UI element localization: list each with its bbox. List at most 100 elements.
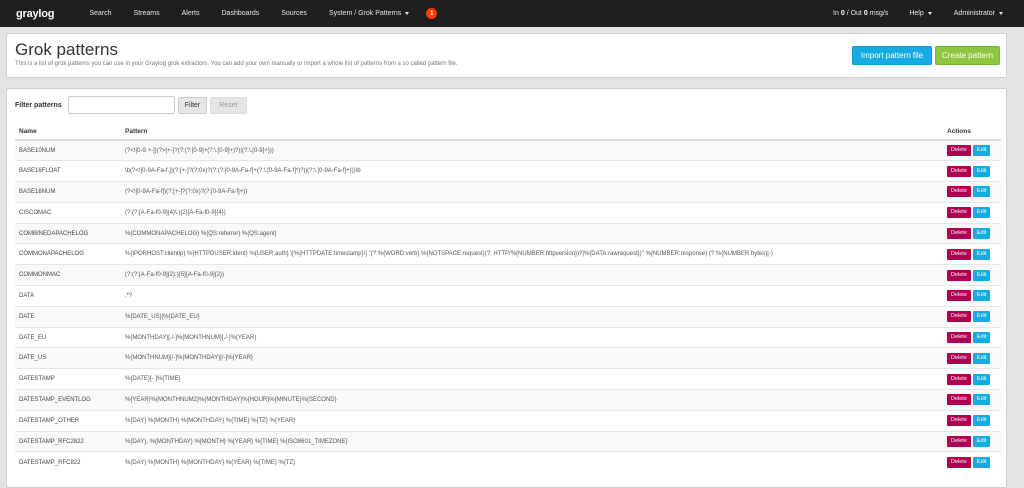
grok-patterns-table: Name Pattern Actions BASE10NUM (?<![0-9.+…	[15, 123, 1001, 473]
delete-button[interactable]: Delete	[947, 436, 971, 448]
filter-button[interactable]: Filter	[177, 96, 208, 114]
table-row: DATE_EU %{MONTHDAY}[./-]%{MONTHNUM}[./-]%…	[15, 326, 1001, 348]
graylog-logo[interactable]: graylog	[16, 8, 55, 20]
table-row: DATESTAMP_RFC2822 %{DAY}, %{MONTHDAY} %{M…	[15, 430, 1001, 452]
nav-streams[interactable]: Streams	[123, 0, 171, 27]
pattern-value: %{MONTHDAY}[./-]%{MONTHNUM}[./-]%{YEAR}	[121, 326, 943, 348]
edit-button[interactable]: Edit	[972, 248, 991, 260]
row-actions: Delete Edit	[943, 160, 1001, 182]
pattern-value: %{DAY}, %{MONTHDAY} %{MONTH} %{YEAR} %{T…	[121, 430, 943, 452]
row-actions: Delete Edit	[943, 326, 1001, 348]
edit-button[interactable]: Edit	[972, 269, 991, 281]
row-actions: Delete Edit	[943, 409, 1001, 432]
column-header-actions: Actions	[943, 123, 1001, 141]
edit-button[interactable]: Edit	[972, 332, 991, 344]
delete-button[interactable]: Delete	[947, 165, 971, 177]
pattern-name: COMMONAPACHELOG	[15, 243, 121, 265]
throughput-prefix: In	[833, 10, 839, 17]
top-navbar: graylog Search Streams Alerts Dashboards…	[0, 0, 1024, 27]
edit-button[interactable]: Edit	[972, 394, 991, 406]
edit-button[interactable]: Edit	[972, 228, 991, 240]
table-row: DATA .*? Delete Edit	[15, 285, 1001, 307]
pattern-value: %{YEAR}%{MONTHNUM2}%{MONTHDAY}%{HOUR}%{M…	[121, 389, 943, 411]
pattern-value: %{DATE_US}|%{DATE_EU}	[121, 305, 943, 328]
row-actions: Delete Edit	[943, 139, 1001, 161]
pattern-value: %{DATE}[- ]%{TIME}	[121, 368, 943, 390]
pattern-value: %{IPORHOST:clientip} %{HTTPDUSER:ident} …	[121, 243, 943, 265]
throughput-in: 0	[840, 10, 845, 17]
edit-button[interactable]: Edit	[972, 186, 991, 198]
delete-button[interactable]: Delete	[947, 394, 971, 406]
pattern-value: %{DAY} %{MONTH} %{MONTHDAY} %{TIME} %{TZ…	[121, 409, 943, 432]
page-title: Grok patterns	[15, 40, 118, 59]
nav-sources[interactable]: Sources	[270, 0, 318, 27]
nav-system-dropdown[interactable]: System / Grok Patterns	[318, 0, 420, 27]
delete-button[interactable]: Delete	[947, 415, 971, 427]
delete-button[interactable]: Delete	[947, 373, 971, 385]
nav-alerts[interactable]: Alerts	[171, 0, 211, 27]
pattern-value: %{MONTHNUM}[/-]%{MONTHDAY}[/-]%{YEAR}	[121, 347, 943, 369]
edit-button[interactable]: Edit	[972, 145, 991, 157]
table-row: DATESTAMP_OTHER %{DAY} %{MONTH} %{MONTHDA…	[15, 409, 1001, 432]
nav-user-label: Administrator	[953, 10, 995, 17]
delete-button[interactable]: Delete	[947, 290, 971, 302]
throughput-out: 0	[863, 10, 868, 17]
pattern-name: COMBINEDAPACHELOG	[15, 222, 121, 244]
pattern-name: DATA	[15, 285, 121, 307]
delete-button[interactable]: Delete	[947, 207, 971, 219]
reset-button[interactable]: Reset	[210, 96, 247, 114]
table-row: BASE16NUM (?<![0-9A-Fa-f])(?:[+-]?(?:0x)?…	[15, 181, 1001, 203]
nav-dashboards-label: Dashboards	[221, 10, 260, 17]
delete-button[interactable]: Delete	[947, 352, 971, 364]
row-actions: Delete Edit	[943, 389, 1001, 411]
delete-button[interactable]: Delete	[947, 145, 971, 157]
nav-dashboards[interactable]: Dashboards	[211, 0, 271, 27]
throughput-unit: msg/s	[869, 10, 889, 17]
nav-help-label: Help	[909, 10, 924, 17]
delete-button[interactable]: Delete	[947, 311, 971, 323]
pattern-value: (?<![0-9A-Fa-f])(?:[+-]?(?:0x)?(?:[0-9A-…	[121, 181, 943, 203]
table-row: BASE16FLOAT \b(?<![0-9A-Fa-f.])(?:[+-]?(?…	[15, 160, 1001, 182]
caret-down-icon	[999, 12, 1003, 15]
nav-search-label: Search	[89, 10, 112, 17]
edit-button[interactable]: Edit	[972, 290, 991, 302]
delete-button[interactable]: Delete	[947, 457, 971, 469]
pattern-name: DATE	[15, 305, 121, 328]
row-actions: Delete Edit	[943, 264, 1001, 286]
edit-button[interactable]: Edit	[972, 352, 991, 364]
pattern-value: \b(?<![0-9A-Fa-f.])(?:[+-]?(?:0x)?(?:(?:…	[121, 160, 943, 182]
edit-button[interactable]: Edit	[972, 165, 991, 177]
patterns-table-panel: Filter patterns Filter Reset Name Patter…	[6, 88, 1007, 488]
delete-button[interactable]: Delete	[947, 186, 971, 198]
edit-button[interactable]: Edit	[972, 457, 991, 469]
delete-button[interactable]: Delete	[947, 269, 971, 281]
nav-sources-label: Sources	[281, 10, 307, 17]
nav-help-dropdown[interactable]: Help	[898, 0, 942, 27]
row-actions: Delete Edit	[943, 243, 1001, 265]
edit-button[interactable]: Edit	[972, 415, 991, 427]
create-pattern-button[interactable]: Create pattern	[935, 46, 1000, 65]
notification-badge[interactable]: 1	[426, 8, 438, 19]
nav-user-dropdown[interactable]: Administrator	[943, 0, 1014, 27]
delete-button[interactable]: Delete	[947, 248, 971, 260]
column-header-pattern[interactable]: Pattern	[121, 123, 943, 141]
pattern-name: BASE10NUM	[15, 139, 121, 161]
pattern-value: %{DAY} %{MONTH} %{MONTHDAY} %{YEAR} %{TI…	[121, 451, 943, 473]
page-header-panel: Grok patterns This is a list of grok pat…	[6, 33, 1007, 78]
throughput-sep: / Out	[846, 10, 862, 17]
page-description: This is a list of grok patterns you can …	[15, 61, 458, 67]
edit-button[interactable]: Edit	[972, 207, 991, 219]
import-pattern-file-button[interactable]: Import pattern file	[852, 46, 932, 65]
pattern-value: (?:(?:[A-Fa-f0-9]{2}:){5}[A-Fa-f0-9]{2})	[121, 264, 943, 286]
caret-down-icon	[405, 12, 410, 15]
edit-button[interactable]: Edit	[972, 373, 991, 385]
table-row: DATE_US %{MONTHNUM}[/-]%{MONTHDAY}[/-]%{Y…	[15, 347, 1001, 369]
row-actions: Delete Edit	[943, 201, 1001, 224]
edit-button[interactable]: Edit	[972, 436, 991, 448]
delete-button[interactable]: Delete	[947, 332, 971, 344]
delete-button[interactable]: Delete	[947, 228, 971, 240]
nav-search[interactable]: Search	[78, 0, 122, 27]
filter-input[interactable]	[67, 96, 175, 114]
edit-button[interactable]: Edit	[972, 311, 991, 323]
column-header-name[interactable]: Name	[15, 123, 121, 141]
